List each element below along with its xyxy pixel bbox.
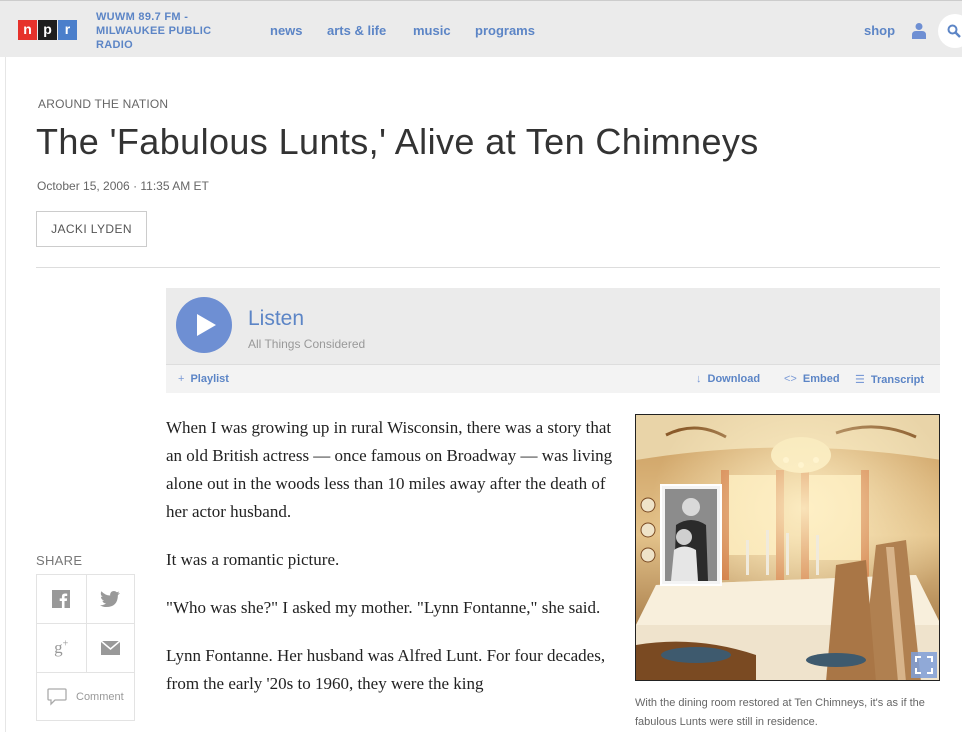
google-plus-share-button[interactable]: g+ xyxy=(37,624,86,672)
twitter-icon xyxy=(100,591,121,607)
story-text: When I was growing up in rural Wisconsin… xyxy=(166,414,616,718)
logo-letter-n: n xyxy=(18,20,37,40)
comment-icon xyxy=(47,687,67,706)
play-button[interactable] xyxy=(176,297,232,353)
expand-icon[interactable] xyxy=(911,652,937,678)
logo-letter-p: p xyxy=(38,20,57,40)
audio-player: Listen All Things Considered xyxy=(166,288,940,364)
search-icon xyxy=(947,24,961,38)
nav-news[interactable]: news xyxy=(270,23,303,38)
nav-music[interactable]: music xyxy=(413,23,451,38)
search-button[interactable] xyxy=(938,14,962,48)
email-share-button[interactable] xyxy=(85,624,135,672)
program-name[interactable]: All Things Considered xyxy=(248,337,365,351)
playlist-button[interactable]: + Playlist xyxy=(178,373,229,385)
shop-link[interactable]: shop xyxy=(864,23,895,38)
download-button[interactable]: ↓ Download xyxy=(696,373,760,385)
station-link[interactable]: WUWM 89.7 FM - MILWAUKEE PUBLIC RADIO xyxy=(96,10,246,52)
share-tools: g+ Comment xyxy=(36,574,135,721)
listen-label[interactable]: Listen xyxy=(248,307,304,331)
download-label: Download xyxy=(707,373,761,385)
email-icon xyxy=(100,641,120,655)
play-icon xyxy=(197,314,216,336)
story-paragraph: "Who was she?" I asked my mother. "Lynn … xyxy=(166,598,601,617)
player-toolbar: + Playlist ↓ Download <> Embed ☰ Transcript xyxy=(166,364,940,393)
section-slug[interactable]: AROUND THE NATION xyxy=(38,97,168,111)
transcript-label: Transcript xyxy=(870,374,925,386)
story-paragraph: When I was growing up in rural Wisconsin… xyxy=(166,418,613,521)
photo-caption: With the dining room restored at Ten Chi… xyxy=(635,697,925,728)
npr-logo[interactable]: n p r xyxy=(18,20,78,40)
google-plus-icon: g+ xyxy=(54,638,69,657)
dateline: October 15, 2006 · 11:35 AM ET xyxy=(37,179,209,193)
site-header: n p r WUWM 89.7 FM - MILWAUKEE PUBLIC RA… xyxy=(0,0,962,57)
transcript-button[interactable]: ☰ Transcript xyxy=(855,373,924,386)
embed-label: Embed xyxy=(802,373,840,385)
embed-button[interactable]: <> Embed xyxy=(784,373,840,385)
byline-button[interactable]: JACKI LYDEN xyxy=(36,211,147,247)
story-paragraph: Lynn Fontanne. Her husband was Alfred Lu… xyxy=(166,646,606,693)
user-icon[interactable] xyxy=(912,22,926,39)
comment-label: Comment xyxy=(76,690,124,703)
playlist-label: Playlist xyxy=(190,373,229,385)
code-icon: <> xyxy=(784,373,797,385)
list-icon: ☰ xyxy=(855,374,865,386)
story-paragraph: It was a romantic picture. xyxy=(166,550,340,569)
logo-letter-r: r xyxy=(58,20,77,40)
nav-programs[interactable]: programs xyxy=(475,23,535,38)
download-arrow-icon: ↓ xyxy=(696,373,702,385)
facebook-icon xyxy=(52,590,71,608)
twitter-share-button[interactable] xyxy=(85,575,135,623)
nav-arts-life[interactable]: arts & life xyxy=(327,23,386,38)
facebook-share-button[interactable] xyxy=(37,575,86,623)
page-edge xyxy=(5,57,6,732)
comment-button[interactable]: Comment xyxy=(37,673,134,720)
share-label: SHARE xyxy=(36,553,83,568)
plus-icon: + xyxy=(178,373,185,385)
divider xyxy=(36,267,940,268)
article-title: The 'Fabulous Lunts,' Alive at Ten Chimn… xyxy=(36,121,759,162)
dining-room-image xyxy=(636,415,939,680)
story-photo[interactable] xyxy=(635,414,940,681)
